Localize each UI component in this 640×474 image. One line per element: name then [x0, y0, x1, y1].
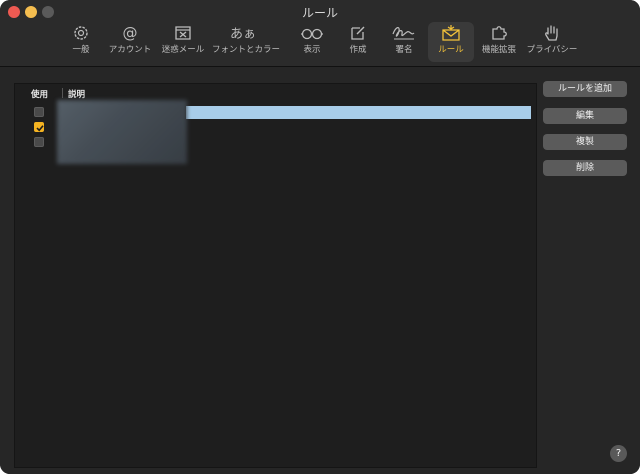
row-selection-highlight — [186, 106, 531, 119]
toolbar-label: アカウント — [108, 45, 152, 55]
compose-icon — [351, 26, 365, 40]
toolbar-rules[interactable]: ルール — [428, 22, 474, 62]
toolbar-label: フォントとカラー — [212, 45, 281, 55]
signature-icon — [392, 27, 415, 40]
rules-preferences-window: ルール 一般 @ アカウント 迷惑メール あぁ フォントとカラー 表示 作成 署… — [0, 0, 640, 474]
redacted-rule-descriptions — [57, 100, 187, 164]
toolbar: ルール 一般 @ アカウント 迷惑メール あぁ フォントとカラー 表示 作成 署… — [0, 0, 640, 67]
puzzle-icon — [492, 26, 507, 40]
window-title: ルール — [301, 6, 338, 20]
rule-enabled-checkbox[interactable] — [34, 107, 44, 117]
delete-button[interactable]: 削除 — [543, 160, 627, 176]
toolbar-label: 迷惑メール — [161, 45, 205, 55]
rules-content: 使用 説明 ルールを追加 編集 複製 削除 — [0, 67, 640, 474]
add-rule-button[interactable]: ルールを追加 — [543, 81, 627, 97]
glasses-icon — [301, 28, 323, 40]
rule-enabled-checkbox[interactable] — [34, 122, 44, 132]
table-header: 使用 説明 — [15, 84, 536, 101]
toolbar-fonts-colors[interactable]: あぁ フォントとカラー — [212, 22, 281, 62]
column-header-description[interactable]: 説明 — [68, 88, 85, 100]
junk-tray-icon — [175, 26, 191, 40]
toolbar-label: 機能拡張 — [481, 45, 516, 55]
toolbar-junk-mail[interactable]: 迷惑メール — [160, 22, 206, 62]
toolbar-composing[interactable]: 作成 — [340, 22, 376, 62]
toolbar-label: 表示 — [303, 45, 321, 55]
rules-envelope-icon — [442, 25, 460, 41]
edit-button[interactable]: 編集 — [543, 108, 627, 124]
gear-icon — [74, 26, 88, 40]
column-header-use[interactable]: 使用 — [31, 88, 48, 100]
rule-enabled-checkbox[interactable] — [34, 137, 44, 147]
font-aa-icon: あぁ — [231, 27, 255, 42]
duplicate-button[interactable]: 複製 — [543, 134, 627, 150]
rules-table: 使用 説明 — [14, 83, 537, 468]
svg-text:あぁ: あぁ — [231, 27, 255, 42]
toolbar-label: 作成 — [349, 45, 367, 55]
checkmark-icon — [36, 125, 44, 132]
svg-text:@: @ — [123, 24, 138, 42]
toolbar-accounts[interactable]: @ アカウント — [106, 22, 154, 62]
toolbar-signatures[interactable]: 署名 — [385, 22, 423, 62]
hand-icon — [545, 25, 558, 41]
toolbar-general[interactable]: 一般 — [62, 22, 100, 62]
toolbar-label: 署名 — [395, 45, 413, 55]
toolbar-label: プライバシー — [526, 45, 578, 55]
toolbar-label: 一般 — [72, 45, 90, 55]
toolbar-label: ルール — [438, 45, 464, 55]
help-button[interactable]: ? — [610, 445, 627, 462]
column-divider — [62, 88, 63, 98]
toolbar-extensions[interactable]: 機能拡張 — [478, 22, 520, 62]
at-icon: @ — [123, 24, 138, 42]
toolbar-viewing[interactable]: 表示 — [294, 22, 330, 62]
toolbar-privacy[interactable]: プライバシー — [524, 22, 580, 62]
